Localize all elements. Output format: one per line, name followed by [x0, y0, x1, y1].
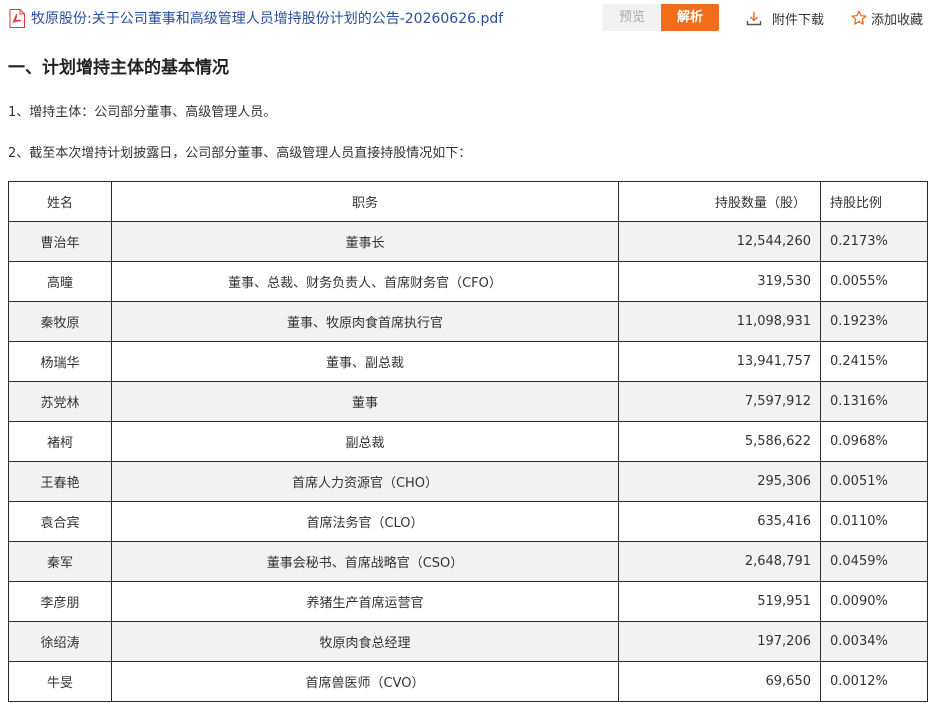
cell-name: 袁合宾: [8, 501, 112, 542]
table-row: 李彦朋 养猪生产首席运营官 519,951 0.0090%: [8, 581, 928, 622]
cell-shares: 13,941,757: [618, 341, 821, 382]
header-name: 姓名: [8, 181, 112, 222]
announcement-page: 牧原股份:关于公司董事和高级管理人员增持股份计划的公告-20260626.pdf…: [0, 0, 930, 713]
cell-position: 董事、总裁、财务负责人、首席财务官（CFO）: [111, 261, 619, 302]
add-favorite-button[interactable]: 添加收藏: [851, 8, 923, 28]
cell-shares: 12,544,260: [618, 221, 821, 262]
table-row: 杨瑞华 董事、副总裁 13,941,757 0.2415%: [8, 341, 928, 382]
table-row: 徐绍涛 牧原肉食总经理 197,206 0.0034%: [8, 621, 928, 662]
table-row: 王春艳 首席人力资源官（CHO） 295,306 0.0051%: [8, 461, 928, 502]
header-position: 职务: [111, 181, 619, 222]
cell-ratio: 0.2173%: [820, 221, 928, 262]
header-shares: 持股数量（股）: [618, 181, 821, 222]
table-row: 苏党林 董事 7,597,912 0.1316%: [8, 381, 928, 422]
table-header-row: 姓名 职务 持股数量（股） 持股比例: [8, 181, 928, 222]
cell-shares: 11,098,931: [618, 301, 821, 342]
cell-name: 杨瑞华: [8, 341, 112, 382]
cell-name: 王春艳: [8, 461, 112, 502]
cell-name: 秦军: [8, 541, 112, 582]
cell-shares: 295,306: [618, 461, 821, 502]
cell-position: 董事会秘书、首席战略官（CSO）: [111, 541, 619, 582]
preview-button[interactable]: 预览: [603, 4, 661, 31]
cell-position: 董事、副总裁: [111, 341, 619, 382]
cell-name: 秦牧原: [8, 301, 112, 342]
cell-position: 首席法务官（CLO）: [111, 501, 619, 542]
cell-ratio: 0.0034%: [820, 621, 928, 662]
cell-position: 副总裁: [111, 421, 619, 462]
pdf-file-icon: [9, 9, 25, 28]
table-row: 袁合宾 首席法务官（CLO） 635,416 0.0110%: [8, 501, 928, 542]
cell-position: 首席兽医师（CVO）: [111, 661, 619, 702]
holdings-table: 姓名 职务 持股数量（股） 持股比例 曹治年 董事长 12,544,260 0.…: [8, 181, 928, 702]
table-row: 曹治年 董事长 12,544,260 0.2173%: [8, 221, 928, 262]
paragraph-holdings-intro: 2、截至本次增持计划披露日，公司部分董事、高级管理人员直接持股情况如下：: [8, 146, 472, 161]
cell-shares: 197,206: [618, 621, 821, 662]
section-heading: 一、计划增持主体的基本情况: [8, 58, 229, 78]
cell-shares: 69,650: [618, 661, 821, 702]
table-row: 高曈 董事、总裁、财务负责人、首席财务官（CFO） 319,530 0.0055…: [8, 261, 928, 302]
paragraph-holder-subjects: 1、增持主体：公司部分董事、高级管理人员。: [8, 105, 277, 120]
cell-name: 徐绍涛: [8, 621, 112, 662]
cell-name: 牛旻: [8, 661, 112, 702]
table-row: 秦牧原 董事、牧原肉食首席执行官 11,098,931 0.1923%: [8, 301, 928, 342]
download-attachment-button[interactable]: 附件下载: [746, 8, 824, 28]
cell-ratio: 0.0968%: [820, 421, 928, 462]
cell-position: 牧原肉食总经理: [111, 621, 619, 662]
cell-position: 首席人力资源官（CHO）: [111, 461, 619, 502]
cell-name: 李彦朋: [8, 581, 112, 622]
table-row: 牛旻 首席兽医师（CVO） 69,650 0.0012%: [8, 661, 928, 702]
cell-position: 董事: [111, 381, 619, 422]
cell-name: 曹治年: [8, 221, 112, 262]
parse-button[interactable]: 解析: [661, 4, 719, 31]
cell-name: 高曈: [8, 261, 112, 302]
file-title-link[interactable]: 牧原股份:关于公司董事和高级管理人员增持股份计划的公告-20260626.pdf: [31, 9, 503, 29]
cell-shares: 5,586,622: [618, 421, 821, 462]
cell-ratio: 0.0051%: [820, 461, 928, 502]
cell-name: 褚柯: [8, 421, 112, 462]
cell-position: 董事、牧原肉食首席执行官: [111, 301, 619, 342]
cell-ratio: 0.0459%: [820, 541, 928, 582]
favorite-label: 添加收藏: [871, 12, 924, 28]
download-label: 附件下载: [772, 12, 825, 28]
cell-shares: 635,416: [618, 501, 821, 542]
star-icon: [851, 10, 867, 25]
cell-ratio: 0.0055%: [820, 261, 928, 302]
cell-shares: 519,951: [618, 581, 821, 622]
cell-position: 养猪生产首席运营官: [111, 581, 619, 622]
cell-shares: 319,530: [618, 261, 821, 302]
cell-position: 董事长: [111, 221, 619, 262]
table-row: 褚柯 副总裁 5,586,622 0.0968%: [8, 421, 928, 462]
document-toolbar: 牧原股份:关于公司董事和高级管理人员增持股份计划的公告-20260626.pdf…: [0, 0, 930, 38]
cell-ratio: 0.0110%: [820, 501, 928, 542]
cell-shares: 7,597,912: [618, 381, 821, 422]
cell-ratio: 0.0012%: [820, 661, 928, 702]
cell-name: 苏党林: [8, 381, 112, 422]
cell-ratio: 0.1923%: [820, 301, 928, 342]
table-row: 秦军 董事会秘书、首席战略官（CSO） 2,648,791 0.0459%: [8, 541, 928, 582]
cell-ratio: 0.0090%: [820, 581, 928, 622]
cell-ratio: 0.2415%: [820, 341, 928, 382]
cell-shares: 2,648,791: [618, 541, 821, 582]
download-icon: [746, 11, 762, 26]
header-ratio: 持股比例: [820, 181, 928, 222]
cell-ratio: 0.1316%: [820, 381, 928, 422]
